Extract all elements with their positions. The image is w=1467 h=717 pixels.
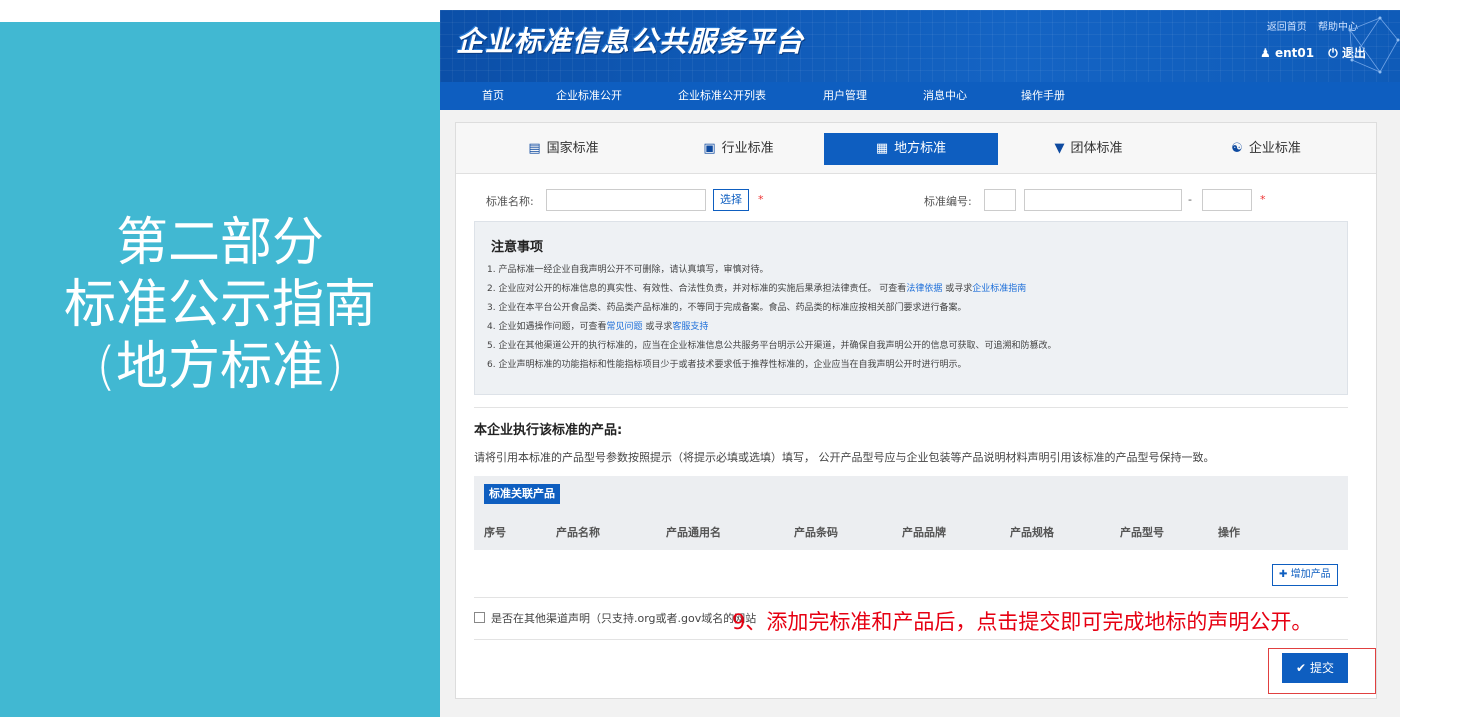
notice-line-6: 6. 企业声明标准的功能指标和性能指标项目少于或者技术要求低于推荐性标准的，企业… <box>487 360 967 370</box>
plus-icon: ✚ <box>1279 569 1288 580</box>
required-mark: * <box>1260 193 1266 206</box>
add-product-label: 增加产品 <box>1290 569 1331 580</box>
standard-number-year-input[interactable] <box>1202 189 1252 211</box>
tab-group-standard[interactable]: ▼ 团体标准 <box>1001 133 1176 165</box>
notice-line-3: 3. 企业在本平台公开食品类、药品类产品标准的，不等同于完成备案。食品、药品类的… <box>487 303 967 313</box>
submit-label: 提交 <box>1309 661 1334 675</box>
faq-link[interactable]: 常见问题 <box>606 322 642 332</box>
instruction-annotation: 9、添加完标准和产品后，点击提交即可完成地标的声明公开。 <box>732 610 1313 634</box>
tab-label: 地方标准 <box>894 141 947 156</box>
nav-manual[interactable]: 操作手册 <box>1008 82 1078 110</box>
divider <box>474 639 1348 640</box>
slide-title: 第二部分 标准公示指南 (地方标准) <box>0 212 440 398</box>
slide-title-line-1: 第二部分 <box>115 213 324 273</box>
notice-line-4: 4. 企业如遇操作问题，可查看常见问题 或寻求客服支持 <box>487 319 708 332</box>
products-section-title: 本企业执行该标准的产品: <box>474 423 623 438</box>
notice-box: 注意事项 1. 产品标准一经企业自我声明公开不可删除，请认真填写，审慎对待。 2… <box>474 221 1348 395</box>
book-icon: ▤ <box>528 141 541 156</box>
legal-basis-link[interactable]: 法律依据 <box>906 284 942 294</box>
add-product-button[interactable]: ✚ 增加产品 <box>1272 564 1338 586</box>
select-standard-button[interactable]: 选择 <box>713 189 749 211</box>
column-header: 产品型号 <box>1120 526 1164 539</box>
standard-name-label: 标准名称: <box>486 195 534 208</box>
tab-national-standard[interactable]: ▤ 国家标准 <box>476 133 651 165</box>
main-nav: 首页 企业标准公开 企业标准公开列表 用户管理 消息中心 操作手册 <box>440 82 1400 110</box>
divider <box>474 407 1348 408</box>
support-link[interactable]: 客服支持 <box>672 322 708 332</box>
required-mark: * <box>758 193 764 206</box>
products-section-desc: 请将引用本标准的产品型号参数按照提示（将提示必填或选填）填写， 公开产品型号应与… <box>474 451 1215 464</box>
column-header: 产品条码 <box>794 526 838 539</box>
username: ent01 <box>1274 46 1315 60</box>
platform-logo[interactable]: 企业标准信息公共服务平台 <box>456 20 804 60</box>
tab-industry-standard[interactable]: ▣ 行业标准 <box>651 133 826 165</box>
network-decoration-icon <box>1348 16 1400 74</box>
column-header: 产品规格 <box>1010 526 1054 539</box>
slide-title-line-2: 标准公示指南 <box>63 275 376 335</box>
nav-message-center[interactable]: 消息中心 <box>910 82 980 110</box>
header-banner: 企业标准信息公共服务平台 返回首页 帮助中心 ♟ ent01 ⏻ 退出 <box>440 10 1400 82</box>
nav-home[interactable]: 首页 <box>468 82 518 110</box>
column-header: 操作 <box>1218 526 1240 539</box>
other-channel-label: 是否在其他渠道声明（只支持.org或者.gov域名的网站 <box>491 612 757 625</box>
notice-text: 或寻求 <box>942 284 973 294</box>
submit-button[interactable]: ✔ 提交 <box>1282 653 1348 683</box>
nav-standard-list[interactable]: 企业标准公开列表 <box>662 82 782 110</box>
nav-user-management[interactable]: 用户管理 <box>810 82 880 110</box>
divider <box>474 597 1348 598</box>
tab-label: 国家标准 <box>546 141 599 156</box>
standard-info-row: 标准名称: 选择 * 标准编号: - * <box>456 189 1376 213</box>
document-icon: ▦ <box>875 141 889 156</box>
check-icon: ✔ <box>1296 661 1307 675</box>
tab-label: 行业标准 <box>721 141 774 156</box>
tab-label: 团体标准 <box>1070 141 1123 156</box>
notice-title: 注意事项 <box>491 240 544 255</box>
products-table: 标准关联产品 序号 产品名称 产品通用名 产品条码 产品品牌 产品规格 产品型号… <box>474 476 1348 550</box>
standard-number-label: 标准编号: <box>924 195 972 208</box>
number-dash: - <box>1188 193 1192 206</box>
notice-line-2: 2. 企业应对公开的标准信息的真实性、有效性、合法性负责，并对标准的实施后果承担… <box>487 281 1026 294</box>
other-channel-checkbox[interactable] <box>474 612 485 623</box>
tab-enterprise-standard[interactable]: ☯ 企业标准 <box>1176 133 1356 165</box>
tab-local-standard[interactable]: ▦ 地方标准 <box>824 133 998 165</box>
tab-label: 企业标准 <box>1248 141 1301 156</box>
user-menu[interactable]: ♟ ent01 <box>1260 46 1314 60</box>
standard-name-input[interactable] <box>546 189 706 211</box>
standard-type-tabs: ▤ 国家标准 ▣ 行业标准 ▦ 地方标准 ▼ 团体标准 ☯ 企业标准 <box>456 123 1376 174</box>
briefcase-icon: ▣ <box>703 141 716 156</box>
column-header: 产品通用名 <box>666 526 721 539</box>
standard-number-prefix-input[interactable] <box>984 189 1016 211</box>
column-header: 产品品牌 <box>902 526 946 539</box>
bank-icon: ☯ <box>1231 141 1243 156</box>
notice-text: 或寻求 <box>642 322 673 332</box>
nav-standard-publish[interactable]: 企业标准公开 <box>544 82 634 110</box>
column-header: 序号 <box>484 526 506 539</box>
standard-number-code-input[interactable] <box>1024 189 1182 211</box>
user-icon: ♟ <box>1260 46 1271 60</box>
notice-text: 2. 企业应对公开的标准信息的真实性、有效性、合法性负责，并对标准的实施后果承担… <box>487 284 907 294</box>
notice-line-5: 5. 企业在其他渠道公开的执行标准的，应当在企业标准信息公共服务平台明示公开渠道… <box>487 341 1057 351</box>
home-link[interactable]: 返回首页 <box>1267 22 1307 33</box>
column-header: 产品名称 <box>556 526 600 539</box>
power-icon: ⏻ <box>1328 46 1338 60</box>
slide-side-panel: 第二部分 标准公示指南 (地方标准) <box>0 22 440 717</box>
shield-icon: ▼ <box>1054 141 1065 156</box>
table-tag: 标准关联产品 <box>484 484 560 504</box>
enterprise-guide-link[interactable]: 企业标准指南 <box>972 284 1026 294</box>
slide-title-line-3: (地方标准) <box>95 337 345 397</box>
notice-text: 4. 企业如遇操作问题，可查看 <box>487 322 607 332</box>
notice-line-1: 1. 产品标准一经企业自我声明公开不可删除，请认真填写，审慎对待。 <box>487 265 769 275</box>
other-channel-row: 是否在其他渠道声明（只支持.org或者.gov域名的网站 <box>474 610 756 626</box>
